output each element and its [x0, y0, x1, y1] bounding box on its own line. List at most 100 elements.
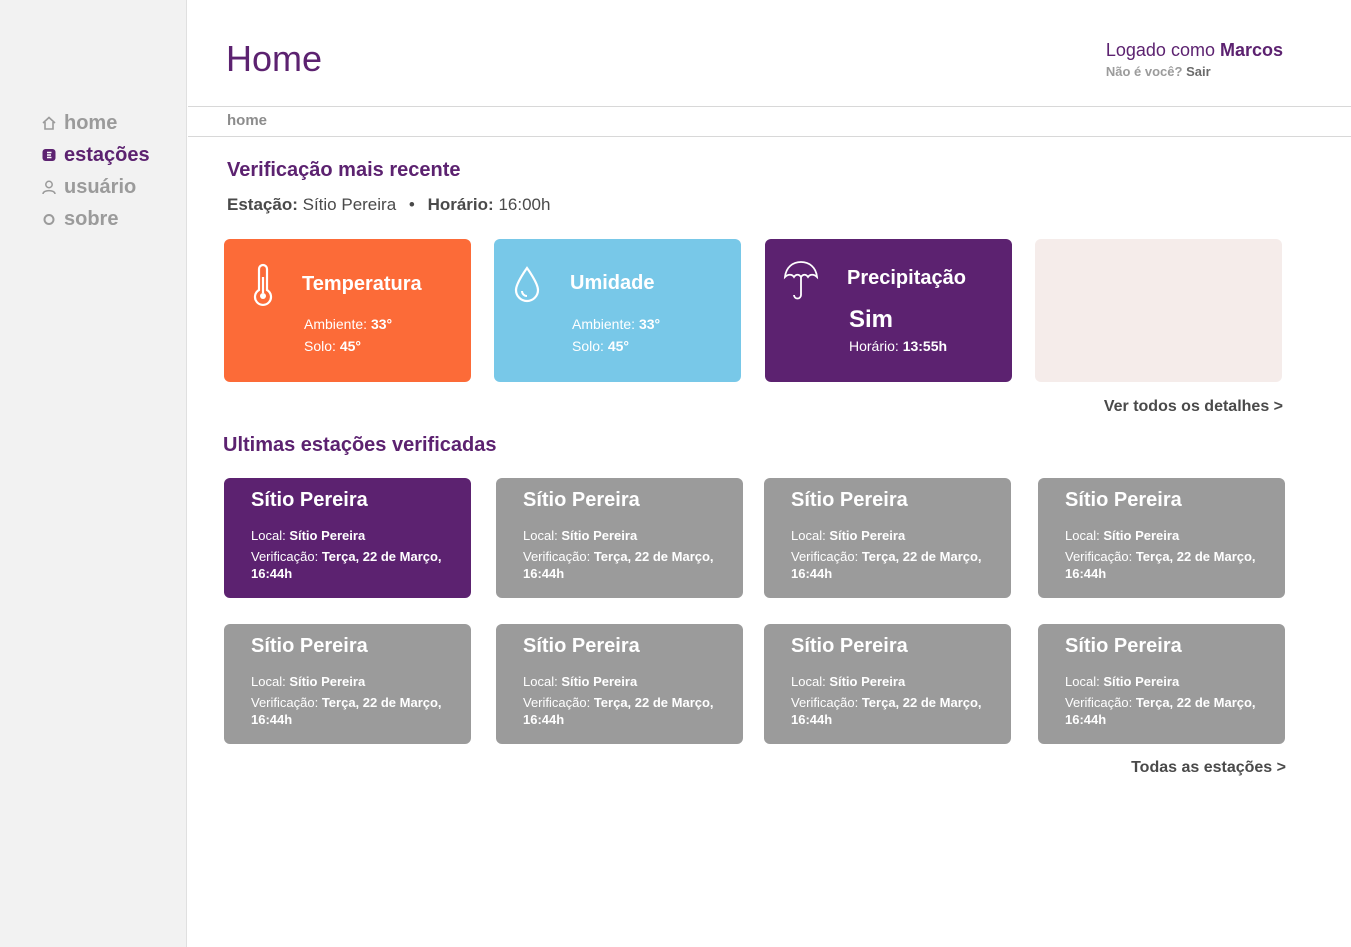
- station-verification: Verificação: Terça, 22 de Março, 16:44h: [251, 548, 451, 582]
- recent-station-line: Estação: Sítio Pereira • Horário: 16:00h: [227, 195, 550, 215]
- local-value: Sítio Pereira: [1103, 528, 1180, 543]
- home-icon: [40, 114, 58, 132]
- soil-label: Solo:: [304, 338, 340, 354]
- station-verification: Verificação: Terça, 22 de Março, 16:44h: [1065, 694, 1265, 728]
- logged-prefix: Logado como: [1105, 40, 1220, 60]
- verif-label: Verificação:: [791, 695, 862, 710]
- local-value: Sítio Pereira: [561, 528, 638, 543]
- sidebar-item-label: usuário: [64, 175, 137, 198]
- verif-label: Verificação:: [1065, 695, 1136, 710]
- station-card[interactable]: Sítio Pereira Local: Sítio Pereira Verif…: [496, 478, 743, 598]
- station-value: Sítio Pereira: [302, 195, 397, 214]
- station-name: Sítio Pereira: [251, 635, 368, 657]
- local-label: Local:: [1065, 674, 1104, 689]
- temperature-title: Temperatura: [302, 273, 422, 295]
- logout-link[interactable]: Sair: [1186, 64, 1211, 79]
- station-local: Local: Sítio Pereira: [1065, 674, 1179, 689]
- humidity-ambient: Ambiente: 33°: [572, 316, 660, 332]
- main-content: Home Logado como Marcos Não é você? Sair…: [188, 0, 1351, 947]
- precipitation-time: Horário: 13:55h: [849, 338, 947, 354]
- not-you-line: Não é você? Sair: [1106, 64, 1283, 79]
- humidity-soil: Solo: 45°: [572, 338, 629, 354]
- station-card[interactable]: Sítio Pereira Local: Sítio Pereira Verif…: [1038, 624, 1285, 744]
- separator-dot: •: [408, 195, 415, 214]
- station-card[interactable]: Sítio Pereira Local: Sítio Pereira Verif…: [224, 624, 471, 744]
- page-title: Home: [226, 38, 323, 79]
- view-all-details-link[interactable]: Ver todos os detalhes >: [1104, 398, 1283, 416]
- user-name: Marcos: [1219, 40, 1283, 60]
- ambient-value: 33°: [638, 316, 661, 332]
- station-card[interactable]: Sítio Pereira Local: Sítio Pereira Verif…: [224, 478, 471, 598]
- precip-time-label: Horário:: [849, 338, 903, 354]
- local-value: Sítio Pereira: [289, 528, 366, 543]
- humidity-card[interactable]: Umidade Ambiente: 33° Solo: 45°: [494, 239, 741, 382]
- precipitation-title: Precipitação: [847, 267, 966, 289]
- empty-metric-card: [1035, 239, 1282, 382]
- info-circle-icon: [40, 210, 58, 228]
- local-label: Local:: [791, 674, 830, 689]
- verif-label: Verificação:: [791, 549, 862, 564]
- local-label: Local:: [1065, 528, 1104, 543]
- local-label: Local:: [251, 528, 290, 543]
- verif-label: Verificação:: [523, 549, 594, 564]
- precip-time-value: 13:55h: [902, 338, 948, 354]
- station-label: Estação:: [227, 195, 298, 214]
- local-value: Sítio Pereira: [561, 674, 638, 689]
- humidity-title: Umidade: [570, 272, 655, 294]
- station-local: Local: Sítio Pereira: [251, 674, 365, 689]
- user-box: Logado como Marcos Não é você? Sair: [1106, 40, 1283, 79]
- station-verification: Verificação: Terça, 22 de Março, 16:44h: [523, 694, 723, 728]
- sidebar-nav: home estações usuário sobre: [40, 107, 150, 235]
- sidebar-item-label: estações: [64, 143, 150, 166]
- breadcrumb[interactable]: home: [227, 112, 267, 129]
- local-label: Local:: [251, 674, 290, 689]
- local-label: Local:: [791, 528, 830, 543]
- sidebar-item-sobre[interactable]: sobre: [40, 203, 150, 235]
- station-local: Local: Sítio Pereira: [523, 674, 637, 689]
- temperature-card[interactable]: Temperatura Ambiente: 33° Solo: 45°: [224, 239, 471, 382]
- umbrella-icon: [783, 259, 819, 303]
- station-icon: [40, 146, 58, 164]
- local-label: Local:: [523, 674, 562, 689]
- station-verification: Verificação: Terça, 22 de Março, 16:44h: [791, 694, 991, 728]
- ambient-label: Ambiente:: [572, 316, 639, 332]
- verif-label: Verificação:: [523, 695, 594, 710]
- user-icon: [40, 178, 58, 196]
- logged-in-line: Logado como Marcos: [1106, 40, 1283, 61]
- station-card[interactable]: Sítio Pereira Local: Sítio Pereira Verif…: [1038, 478, 1285, 598]
- station-local: Local: Sítio Pereira: [1065, 528, 1179, 543]
- local-value: Sítio Pereira: [829, 528, 906, 543]
- latest-section-title: Ultimas estações verificadas: [223, 434, 497, 456]
- precipitation-value: Sim: [849, 306, 894, 333]
- sidebar-item-estacoes[interactable]: estações: [40, 139, 150, 171]
- station-card[interactable]: Sítio Pereira Local: Sítio Pereira Verif…: [764, 478, 1011, 598]
- soil-value: 45°: [607, 338, 629, 354]
- sidebar-item-label: home: [64, 111, 118, 134]
- ambient-value: 33°: [370, 316, 393, 332]
- ambient-label: Ambiente:: [304, 316, 371, 332]
- temperature-soil: Solo: 45°: [304, 338, 361, 354]
- sidebar-item-label: sobre: [64, 207, 119, 230]
- station-card[interactable]: Sítio Pereira Local: Sítio Pereira Verif…: [764, 624, 1011, 744]
- temperature-ambient: Ambiente: 33°: [304, 316, 392, 332]
- station-verification: Verificação: Terça, 22 de Março, 16:44h: [1065, 548, 1265, 582]
- station-card[interactable]: Sítio Pereira Local: Sítio Pereira Verif…: [496, 624, 743, 744]
- station-name: Sítio Pereira: [251, 489, 368, 511]
- breadcrumb-bar: home: [188, 106, 1351, 137]
- sidebar-item-usuario[interactable]: usuário: [40, 171, 150, 203]
- local-value: Sítio Pereira: [1103, 674, 1180, 689]
- precipitation-card[interactable]: Precipitação Sim Horário: 13:55h: [765, 239, 1012, 382]
- all-stations-link[interactable]: Todas as estações >: [1131, 759, 1286, 777]
- not-you-text: Não é você?: [1105, 64, 1187, 79]
- local-value: Sítio Pereira: [289, 674, 366, 689]
- station-verification: Verificação: Terça, 22 de Março, 16:44h: [523, 548, 723, 582]
- station-name: Sítio Pereira: [523, 635, 640, 657]
- station-verification: Verificação: Terça, 22 de Março, 16:44h: [791, 548, 991, 582]
- station-name: Sítio Pereira: [1065, 635, 1182, 657]
- soil-value: 45°: [339, 338, 361, 354]
- sidebar-item-home[interactable]: home: [40, 107, 150, 139]
- station-local: Local: Sítio Pereira: [791, 674, 905, 689]
- local-value: Sítio Pereira: [829, 674, 906, 689]
- water-drop-icon: [512, 265, 542, 309]
- station-name: Sítio Pereira: [523, 489, 640, 511]
